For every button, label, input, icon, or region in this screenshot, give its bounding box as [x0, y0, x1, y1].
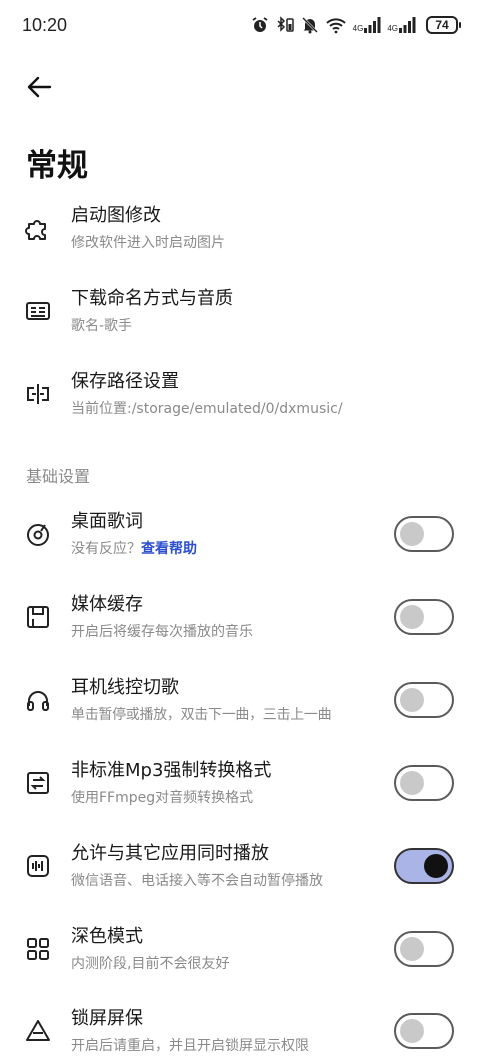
- toggle-knob: [400, 937, 424, 961]
- toggle-desktop-lyrics[interactable]: [394, 516, 454, 552]
- toggle-knob: [400, 771, 424, 795]
- setting-dark-mode[interactable]: 深色模式 内测阶段,目前不会很友好: [0, 909, 480, 989]
- setting-text: 保存路径设置 当前位置:/storage/emulated/0/dxmusic/: [71, 370, 460, 419]
- page-title: 常规: [26, 148, 88, 184]
- setting-text: 启动图修改 修改软件进入时启动图片: [71, 204, 380, 253]
- setting-subtitle: 修改软件进入时启动图片: [71, 234, 225, 251]
- setting-subtitle: 内测阶段,目前不会很友好: [71, 955, 230, 972]
- setting-text: 媒体缓存 开启后将缓存每次播放的音乐: [71, 593, 380, 642]
- setting-concurrent-playback[interactable]: 允许与其它应用同时播放 微信语音、电话接入等不会自动暂停播放: [0, 826, 480, 906]
- setting-title: 保存路径设置: [71, 370, 179, 392]
- setting-title: 下载命名方式与音质: [71, 287, 233, 309]
- setting-title: 允许与其它应用同时播放: [71, 842, 269, 864]
- section-header-basic: 基础设置: [26, 467, 91, 486]
- status-icons: 4G 4G 74: [251, 16, 461, 34]
- triangle-icon: [24, 1017, 52, 1045]
- setting-title: 桌面歌词: [71, 510, 143, 532]
- setting-text: 锁屏屏保 开启后请重启，并且开启锁屏显示权限: [71, 1007, 380, 1056]
- setting-text: 允许与其它应用同时播放 微信语音、电话接入等不会自动暂停播放: [71, 842, 380, 891]
- help-prefix: 没有反应？: [71, 540, 141, 557]
- setting-subtitle: 没有反应？查看帮助: [71, 539, 380, 559]
- grid-icon: [24, 935, 52, 963]
- setting-subtitle: 歌名-歌手: [71, 317, 133, 334]
- alarm-icon: [251, 16, 269, 34]
- setting-subtitle: 开启后将缓存每次播放的音乐: [71, 623, 253, 640]
- toggle-media-cache[interactable]: [394, 599, 454, 635]
- toggle-knob: [424, 854, 448, 878]
- setting-mp3-convert[interactable]: 非标准Mp3强制转换格式 使用FFmpeg对音频转换格式: [0, 743, 480, 823]
- toggle-knob: [400, 688, 424, 712]
- setting-subtitle: 使用FFmpeg对音频转换格式: [71, 789, 254, 806]
- signal-2-icon: 4G: [387, 17, 416, 33]
- back-button[interactable]: [18, 66, 60, 108]
- setting-title: 耳机线控切歌: [71, 676, 179, 698]
- setting-headphone-control[interactable]: 耳机线控切歌 单击暂停或播放，双击下一曲，三击上一曲: [0, 660, 480, 740]
- signal-1-icon: 4G: [353, 17, 382, 33]
- disc-icon: [24, 520, 52, 548]
- wifi-icon: [325, 16, 347, 34]
- battery-indicator: 74: [426, 16, 461, 34]
- setting-subtitle: 当前位置:/storage/emulated/0/dxmusic/: [71, 400, 343, 417]
- setting-text: 桌面歌词 没有反应？查看帮助: [71, 510, 380, 559]
- setting-media-cache[interactable]: 媒体缓存 开启后将缓存每次播放的音乐: [0, 577, 480, 657]
- toggle-concurrent-playback[interactable]: [394, 848, 454, 884]
- setting-title: 锁屏屏保: [71, 1007, 143, 1029]
- setting-subtitle: 微信语音、电话接入等不会自动暂停播放: [71, 872, 323, 889]
- arrow-left-icon: [27, 76, 52, 98]
- toggle-lockscreen-saver[interactable]: [394, 1013, 454, 1049]
- toggle-mp3-convert[interactable]: [394, 765, 454, 801]
- setting-download-naming[interactable]: 下载命名方式与音质 歌名-歌手: [0, 271, 480, 351]
- status-bar: 10:20 4G 4G 74: [0, 0, 480, 50]
- bluetooth-battery-icon: [275, 16, 295, 34]
- toggle-knob: [400, 522, 424, 546]
- setting-title: 非标准Mp3强制转换格式: [71, 759, 272, 781]
- headphones-icon: [24, 686, 52, 714]
- setting-save-path[interactable]: 保存路径设置 当前位置:/storage/emulated/0/dxmusic/: [0, 354, 480, 434]
- status-time: 10:20: [22, 14, 68, 35]
- id-card-icon: [24, 297, 52, 325]
- toggle-knob: [400, 1019, 424, 1043]
- setting-desktop-lyrics[interactable]: 桌面歌词 没有反应？查看帮助: [0, 494, 480, 574]
- split-path-icon: [24, 380, 52, 408]
- help-link[interactable]: 查看帮助: [141, 541, 197, 557]
- setting-splash-image[interactable]: 启动图修改 修改软件进入时启动图片: [0, 188, 480, 268]
- mute-bell-icon: [301, 16, 319, 34]
- toggle-dark-mode[interactable]: [394, 931, 454, 967]
- setting-text: 下载命名方式与音质 歌名-歌手: [71, 287, 380, 336]
- setting-text: 非标准Mp3强制转换格式 使用FFmpeg对音频转换格式: [71, 759, 380, 808]
- setting-title: 启动图修改: [71, 204, 161, 226]
- settings-screen: 10:20 4G 4G 74 常规 启动图修改 修改软件进入时启动图片 下载命名…: [0, 0, 480, 1058]
- save-disk-icon: [24, 603, 52, 631]
- setting-text: 深色模式 内测阶段,目前不会很友好: [71, 925, 380, 974]
- setting-subtitle: 单击暂停或播放，双击下一曲，三击上一曲: [71, 706, 332, 723]
- setting-subtitle: 开启后请重启，并且开启锁屏显示权限: [71, 1037, 309, 1054]
- convert-arrows-icon: [24, 769, 52, 797]
- setting-text: 耳机线控切歌 单击暂停或播放，双击下一曲，三击上一曲: [71, 676, 380, 725]
- audio-wave-icon: [24, 852, 52, 880]
- setting-title: 深色模式: [71, 925, 143, 947]
- puzzle-icon: [24, 214, 52, 242]
- toggle-knob: [400, 605, 424, 629]
- setting-title: 媒体缓存: [71, 593, 143, 615]
- toggle-headphone-control[interactable]: [394, 682, 454, 718]
- setting-lockscreen-saver[interactable]: 锁屏屏保 开启后请重启，并且开启锁屏显示权限: [0, 991, 480, 1058]
